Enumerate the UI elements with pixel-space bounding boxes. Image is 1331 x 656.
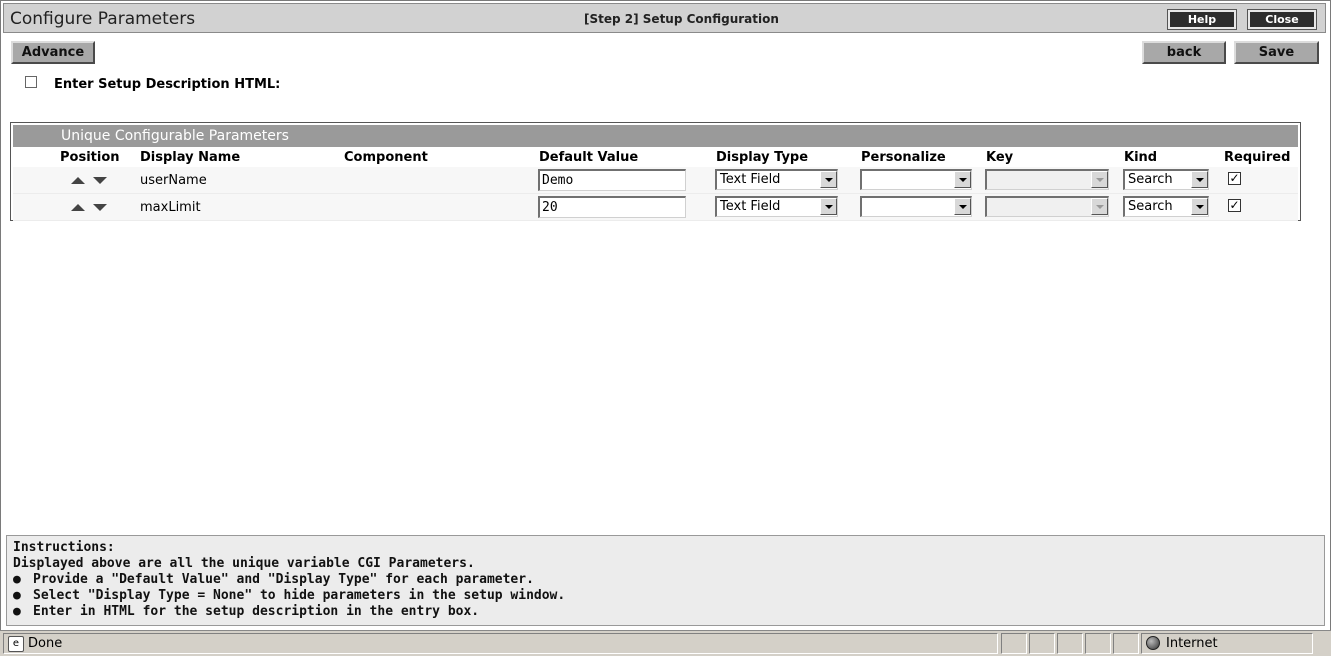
move-up-icon[interactable]	[71, 204, 85, 211]
header-display-type: Display Type	[716, 150, 809, 165]
title-bar: Configure Parameters [Step 2] Setup Conf…	[3, 3, 1326, 33]
status-pane-empty	[1029, 633, 1055, 654]
close-button[interactable]: Close	[1247, 9, 1317, 30]
save-button[interactable]: Save	[1234, 41, 1319, 64]
instruction-text: Select "Display Type = None" to hide par…	[33, 588, 566, 603]
step-label: [Step 2] Setup Configuration	[584, 12, 779, 26]
display-name-cell: maxLimit	[140, 200, 201, 215]
required-checkbox[interactable]: ✓	[1228, 199, 1241, 212]
header-default-value: Default Value	[539, 150, 639, 165]
globe-icon	[1146, 636, 1160, 650]
instruction-text: Enter in HTML for the setup description …	[33, 604, 480, 619]
kind-select[interactable]: Search	[1123, 169, 1209, 190]
status-pane-empty	[1001, 633, 1027, 654]
window-title: Configure Parameters	[10, 9, 196, 29]
key-select	[985, 196, 1109, 217]
setup-description-checkbox[interactable]	[25, 76, 37, 88]
move-up-icon[interactable]	[71, 177, 85, 184]
page-icon: e	[8, 636, 24, 652]
bullet-icon: ●	[13, 588, 21, 603]
resize-grip[interactable]	[1315, 633, 1329, 654]
chevron-down-icon[interactable]	[954, 171, 971, 188]
table-row: userName Demo Text Field Search ✓	[13, 167, 1298, 194]
move-down-icon[interactable]	[93, 177, 107, 184]
chevron-down-icon[interactable]	[820, 171, 837, 188]
header-required: Required	[1224, 150, 1291, 165]
header-component: Component	[344, 150, 428, 165]
zone-text: Internet	[1166, 636, 1218, 651]
chevron-down-icon[interactable]	[1191, 198, 1208, 215]
default-value-input[interactable]: Demo	[538, 169, 686, 191]
help-button[interactable]: Help	[1167, 9, 1237, 30]
chevron-down-icon[interactable]	[820, 198, 837, 215]
setup-description-label: Enter Setup Description HTML:	[54, 77, 281, 92]
required-checkbox[interactable]: ✓	[1228, 172, 1241, 185]
advance-button[interactable]: Advance	[11, 41, 95, 64]
display-type-select[interactable]: Text Field	[715, 196, 838, 217]
bullet-icon: ●	[13, 604, 21, 619]
instruction-item: ● Select "Display Type = None" to hide pa…	[13, 588, 1318, 604]
chevron-down-icon[interactable]	[954, 198, 971, 215]
parameters-section-title: Unique Configurable Parameters	[13, 125, 1298, 147]
header-key: Key	[986, 150, 1014, 165]
status-pane-empty	[1085, 633, 1111, 654]
kind-value: Search	[1128, 199, 1173, 214]
header-display-name: Display Name	[140, 150, 241, 165]
table-row: maxLimit 20 Text Field Search ✓	[13, 194, 1298, 221]
bullet-icon: ●	[13, 572, 21, 587]
move-down-icon[interactable]	[93, 204, 107, 211]
header-personalize: Personalize	[861, 150, 946, 165]
status-pane-empty	[1057, 633, 1083, 654]
display-type-select[interactable]: Text Field	[715, 169, 838, 190]
key-select	[985, 169, 1109, 190]
chevron-down-icon[interactable]	[1191, 171, 1208, 188]
kind-value: Search	[1128, 172, 1173, 187]
display-type-value: Text Field	[720, 199, 781, 214]
instructions-heading: Instructions:	[13, 540, 115, 555]
header-position: Position	[60, 150, 120, 165]
instruction-item: ● Enter in HTML for the setup description…	[13, 604, 1318, 620]
back-button[interactable]: back	[1142, 41, 1226, 64]
display-name-cell: userName	[140, 173, 207, 188]
parameters-panel: Unique Configurable Parameters Position …	[10, 122, 1301, 221]
status-text: Done	[28, 636, 63, 651]
status-pane: e Done	[3, 633, 998, 654]
kind-select[interactable]: Search	[1123, 196, 1209, 217]
personalize-select[interactable]	[860, 196, 972, 217]
chevron-down-icon	[1091, 171, 1108, 188]
instruction-item: ● Provide a "Default Value" and "Display …	[13, 572, 1318, 588]
header-kind: Kind	[1124, 150, 1158, 165]
status-bar: e Done Internet	[0, 630, 1331, 656]
display-type-value: Text Field	[720, 172, 781, 187]
zone-pane: Internet	[1141, 633, 1313, 654]
status-pane-empty	[1113, 633, 1139, 654]
default-value-input[interactable]: 20	[538, 196, 686, 218]
instruction-text: Provide a "Default Value" and "Display T…	[33, 572, 534, 587]
instructions-box: Instructions: Displayed above are all th…	[6, 535, 1325, 626]
chevron-down-icon	[1091, 198, 1108, 215]
instructions-intro: Displayed above are all the unique varia…	[13, 556, 475, 571]
personalize-select[interactable]	[860, 169, 972, 190]
